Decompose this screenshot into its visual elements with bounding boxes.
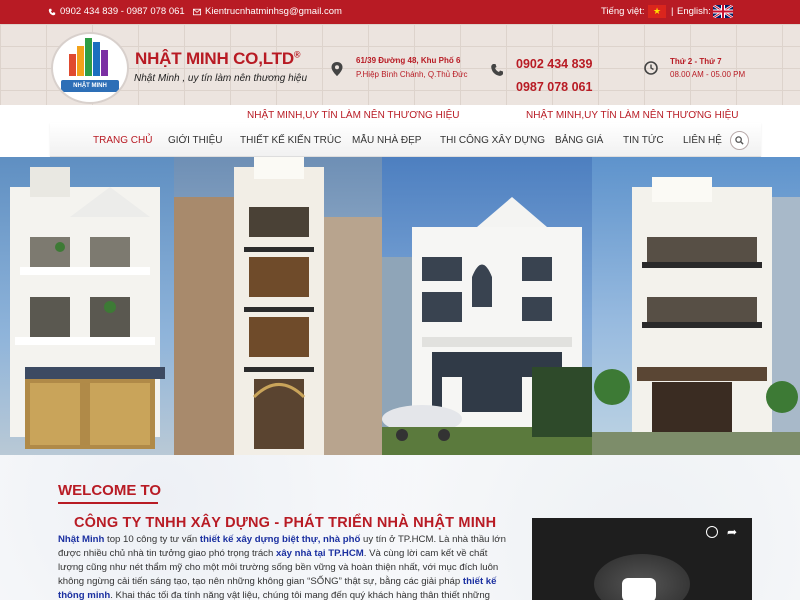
uk-flag-icon[interactable] xyxy=(713,5,733,18)
banner-house-4 xyxy=(592,157,800,455)
top-email-text: Kientrucnhatminhsg@gmail.com xyxy=(205,6,342,17)
nav-item-home[interactable]: TRANG CHỦ xyxy=(93,135,152,146)
phone-icon-header xyxy=(491,64,503,76)
top-phone[interactable]: 0902 434 839 - 0987 078 061 xyxy=(48,6,185,17)
address-line-2: P.Hiệp Bình Chánh, Q.Thủ Đức xyxy=(356,70,468,79)
logo-building-1 xyxy=(69,54,76,76)
top-bar: 0902 434 839 - 0987 078 061 Kientrucnhat… xyxy=(0,0,800,24)
lang-separator: | xyxy=(671,6,674,17)
logo-building-4 xyxy=(93,42,100,76)
phone-icon xyxy=(48,8,56,15)
play-button[interactable] xyxy=(622,578,656,600)
banner-house-3 xyxy=(382,157,592,455)
tagline-left: NHẬT MINH,UY TÍN LÀM NÊN THƯƠNG HIỆU xyxy=(247,110,460,121)
nav-item-architecture-design[interactable]: THIẾT KẾ KIẾN TRÚC xyxy=(240,135,341,146)
link-nhat-minh[interactable]: Nhật Minh xyxy=(58,534,104,545)
top-phone-text: 0902 434 839 - 0987 078 061 xyxy=(60,6,185,17)
logo-building-5 xyxy=(101,50,108,76)
nav-item-house-samples[interactable]: MẪU NHÀ ĐẸP xyxy=(352,135,421,146)
company-title: CÔNG TY TNHH XÂY DỰNG - PHÁT TRIỂN NHÀ N… xyxy=(74,515,497,531)
welcome-heading: WELCOME TO xyxy=(58,482,162,499)
share-icon[interactable]: ➦ xyxy=(727,525,737,539)
link-build-house-hcm[interactable]: xây nhà tại TP.HCM xyxy=(276,548,364,559)
clock-icon xyxy=(644,61,658,75)
watch-later-icon[interactable] xyxy=(706,526,718,538)
top-email[interactable]: Kientrucnhatminhsg@gmail.com xyxy=(193,6,342,17)
lang-en-label: English: xyxy=(677,6,711,17)
nav-item-news[interactable]: TIN TỨC xyxy=(623,135,664,146)
hotline-1[interactable]: 0902 434 839 xyxy=(516,57,592,71)
company-logo[interactable]: NHẬT MINH xyxy=(51,32,129,104)
search-button[interactable] xyxy=(730,131,749,150)
hours-time: 08.00 AM - 05.00 PM xyxy=(670,70,746,79)
intro-paragraph: Nhật Minh top 10 công ty tư vấn thiết kế… xyxy=(58,534,506,601)
lang-vi-label: Tiếng việt: xyxy=(601,6,645,17)
nav-item-price-list[interactable]: BẢNG GIÁ xyxy=(555,135,603,146)
brand-slogan: Nhật Minh , uy tín làm nên thương hiệu xyxy=(134,73,308,84)
address-line-1: 61/39 Đường 48, Khu Phố 6 xyxy=(356,56,461,65)
welcome-underline xyxy=(58,502,158,504)
link-villa-design[interactable]: thiết kế xây dựng biệt thự, nhà phố xyxy=(200,534,360,545)
vietnam-flag-icon[interactable]: ★ xyxy=(648,5,666,18)
mail-icon xyxy=(193,8,201,15)
hero-banner[interactable] xyxy=(0,157,800,455)
intro-video[interactable]: ➦ xyxy=(532,518,752,600)
nav-item-contact[interactable]: LIÊN HỆ xyxy=(683,135,722,146)
logo-building-2 xyxy=(77,46,84,76)
location-icon xyxy=(331,62,343,76)
hours-days: Thứ 2 - Thứ 7 xyxy=(670,57,722,66)
logo-ribbon: NHẬT MINH xyxy=(61,80,119,92)
hotline-2[interactable]: 0987 078 061 xyxy=(516,80,592,94)
nav-item-construction[interactable]: THI CÔNG XÂY DỰNG xyxy=(440,135,545,146)
nav-item-about[interactable]: GIỚI THIỆU xyxy=(168,135,223,146)
search-icon xyxy=(735,136,744,145)
banner-house-2 xyxy=(174,157,382,455)
logo-building-3 xyxy=(85,38,92,76)
tagline-right: NHẬT MINH,UY TÍN LÀM NÊN THƯƠNG HIỆU xyxy=(526,110,739,121)
brand-name[interactable]: NHẬT MINH CO,LTD® xyxy=(135,49,301,69)
main-nav: TRANG CHỦ GIỚI THIỆU THIẾT KẾ KIẾN TRÚC … xyxy=(50,123,761,157)
banner-house-1 xyxy=(0,157,174,455)
